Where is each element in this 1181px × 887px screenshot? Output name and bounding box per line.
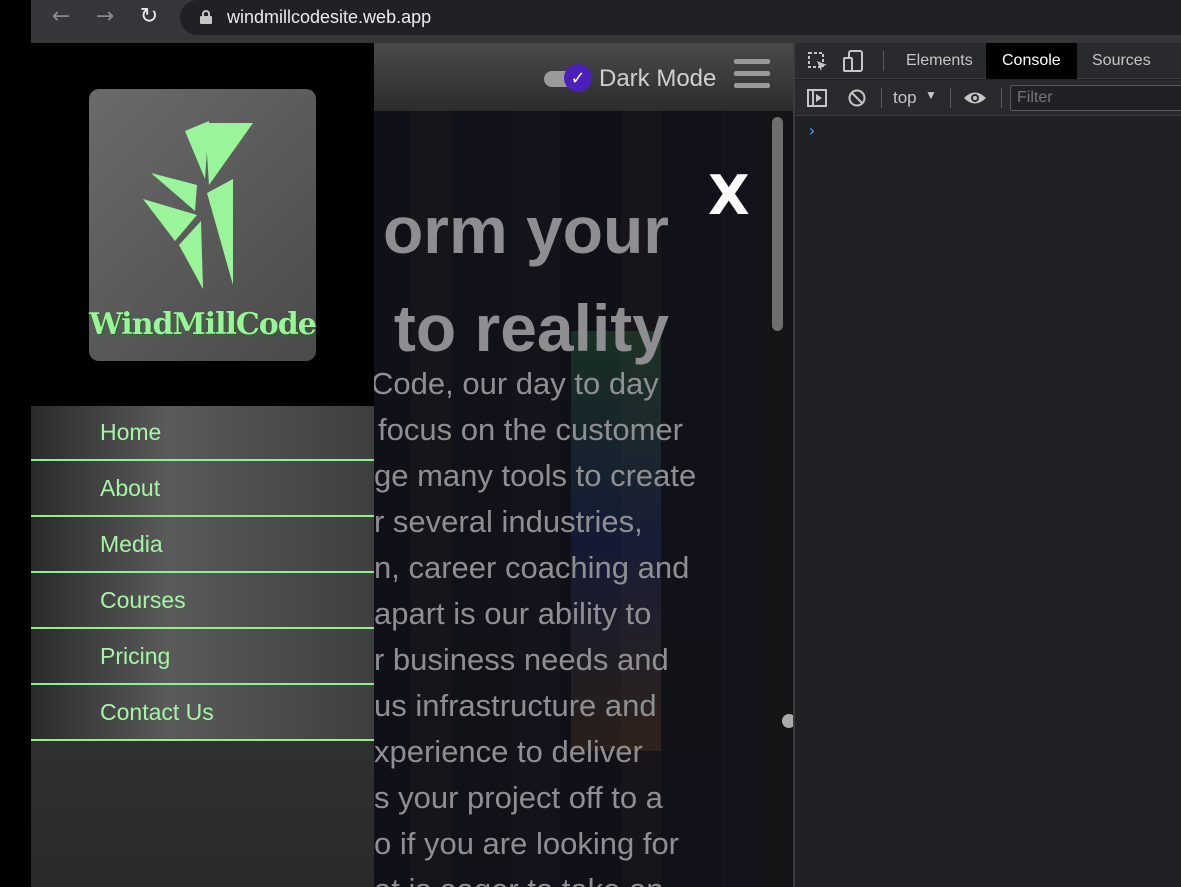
sidebar-item-pricing[interactable]: Pricing <box>31 629 374 685</box>
toolbar-divider <box>950 88 951 108</box>
sidebar-item-home[interactable]: Home <box>31 406 374 461</box>
dark-mode-label: Dark Mode <box>599 65 717 92</box>
reload-icon[interactable]: ↻ <box>136 4 162 30</box>
tab-elements[interactable]: Elements <box>890 43 989 79</box>
logo-text: WindMillCode <box>89 307 317 342</box>
windmill-logo-icon <box>143 121 253 289</box>
lock-icon[interactable] <box>200 10 212 24</box>
tab-sources[interactable]: Sources <box>1076 43 1167 79</box>
sidebar-logo-area: WindMillCode <box>31 43 374 406</box>
address-bar[interactable]: windmillcodesite.web.app <box>180 0 1181 35</box>
scrollbar-thumb[interactable] <box>772 117 783 331</box>
window-edge <box>0 0 31 887</box>
chevron-down-icon[interactable]: ▼ <box>925 88 937 102</box>
toolbar-divider <box>881 88 882 108</box>
show-sidebar-icon[interactable] <box>807 88 827 108</box>
console-filter-input[interactable] <box>1010 85 1181 111</box>
eye-icon[interactable] <box>963 89 987 107</box>
close-menu-button[interactable]: X <box>708 169 750 223</box>
toolbar-divider <box>883 51 884 71</box>
device-toolbar-icon[interactable] <box>843 49 865 73</box>
console-prompt[interactable]: › <box>807 121 817 140</box>
tab-console[interactable]: Console <box>986 43 1077 79</box>
logo[interactable]: WindMillCode <box>89 89 317 361</box>
toolbar-divider <box>1001 88 1002 108</box>
sidebar-menu: Home About Media Courses Pricing Contact… <box>31 406 374 741</box>
browser-toolbar: ← → ↻ windmillcodesite.web.app <box>0 0 1181 43</box>
page-scrollbar[interactable] <box>763 111 793 887</box>
inspect-element-icon[interactable] <box>807 51 829 73</box>
sidebar-item-contact-us[interactable]: Contact Us <box>31 685 374 741</box>
console-toolbar: top ▼ <box>795 80 1181 116</box>
hero-title-line: orm your <box>382 193 669 267</box>
hamburger-menu-icon[interactable] <box>734 59 770 91</box>
sidebar-item-about[interactable]: About <box>31 461 374 517</box>
url-text[interactable]: windmillcodesite.web.app <box>227 7 431 28</box>
devtools-panel: Elements Console Sources top ▼ › <box>793 43 1181 887</box>
dark-mode-toggle[interactable]: ✓ <box>544 64 592 92</box>
sidebar-item-courses[interactable]: Courses <box>31 573 374 629</box>
forward-arrow-icon[interactable]: → <box>92 4 118 30</box>
devtools-tab-bar: Elements Console Sources <box>795 43 1181 79</box>
check-icon[interactable]: ✓ <box>564 64 592 92</box>
clear-console-icon[interactable] <box>847 88 867 108</box>
context-selector[interactable]: top <box>893 88 917 108</box>
sidebar-item-media[interactable]: Media <box>31 517 374 573</box>
decorative-node-icon <box>782 714 793 728</box>
back-arrow-icon[interactable]: ← <box>48 4 74 30</box>
sidebar-nav: WindMillCode Home About Media Courses Pr… <box>31 43 374 887</box>
